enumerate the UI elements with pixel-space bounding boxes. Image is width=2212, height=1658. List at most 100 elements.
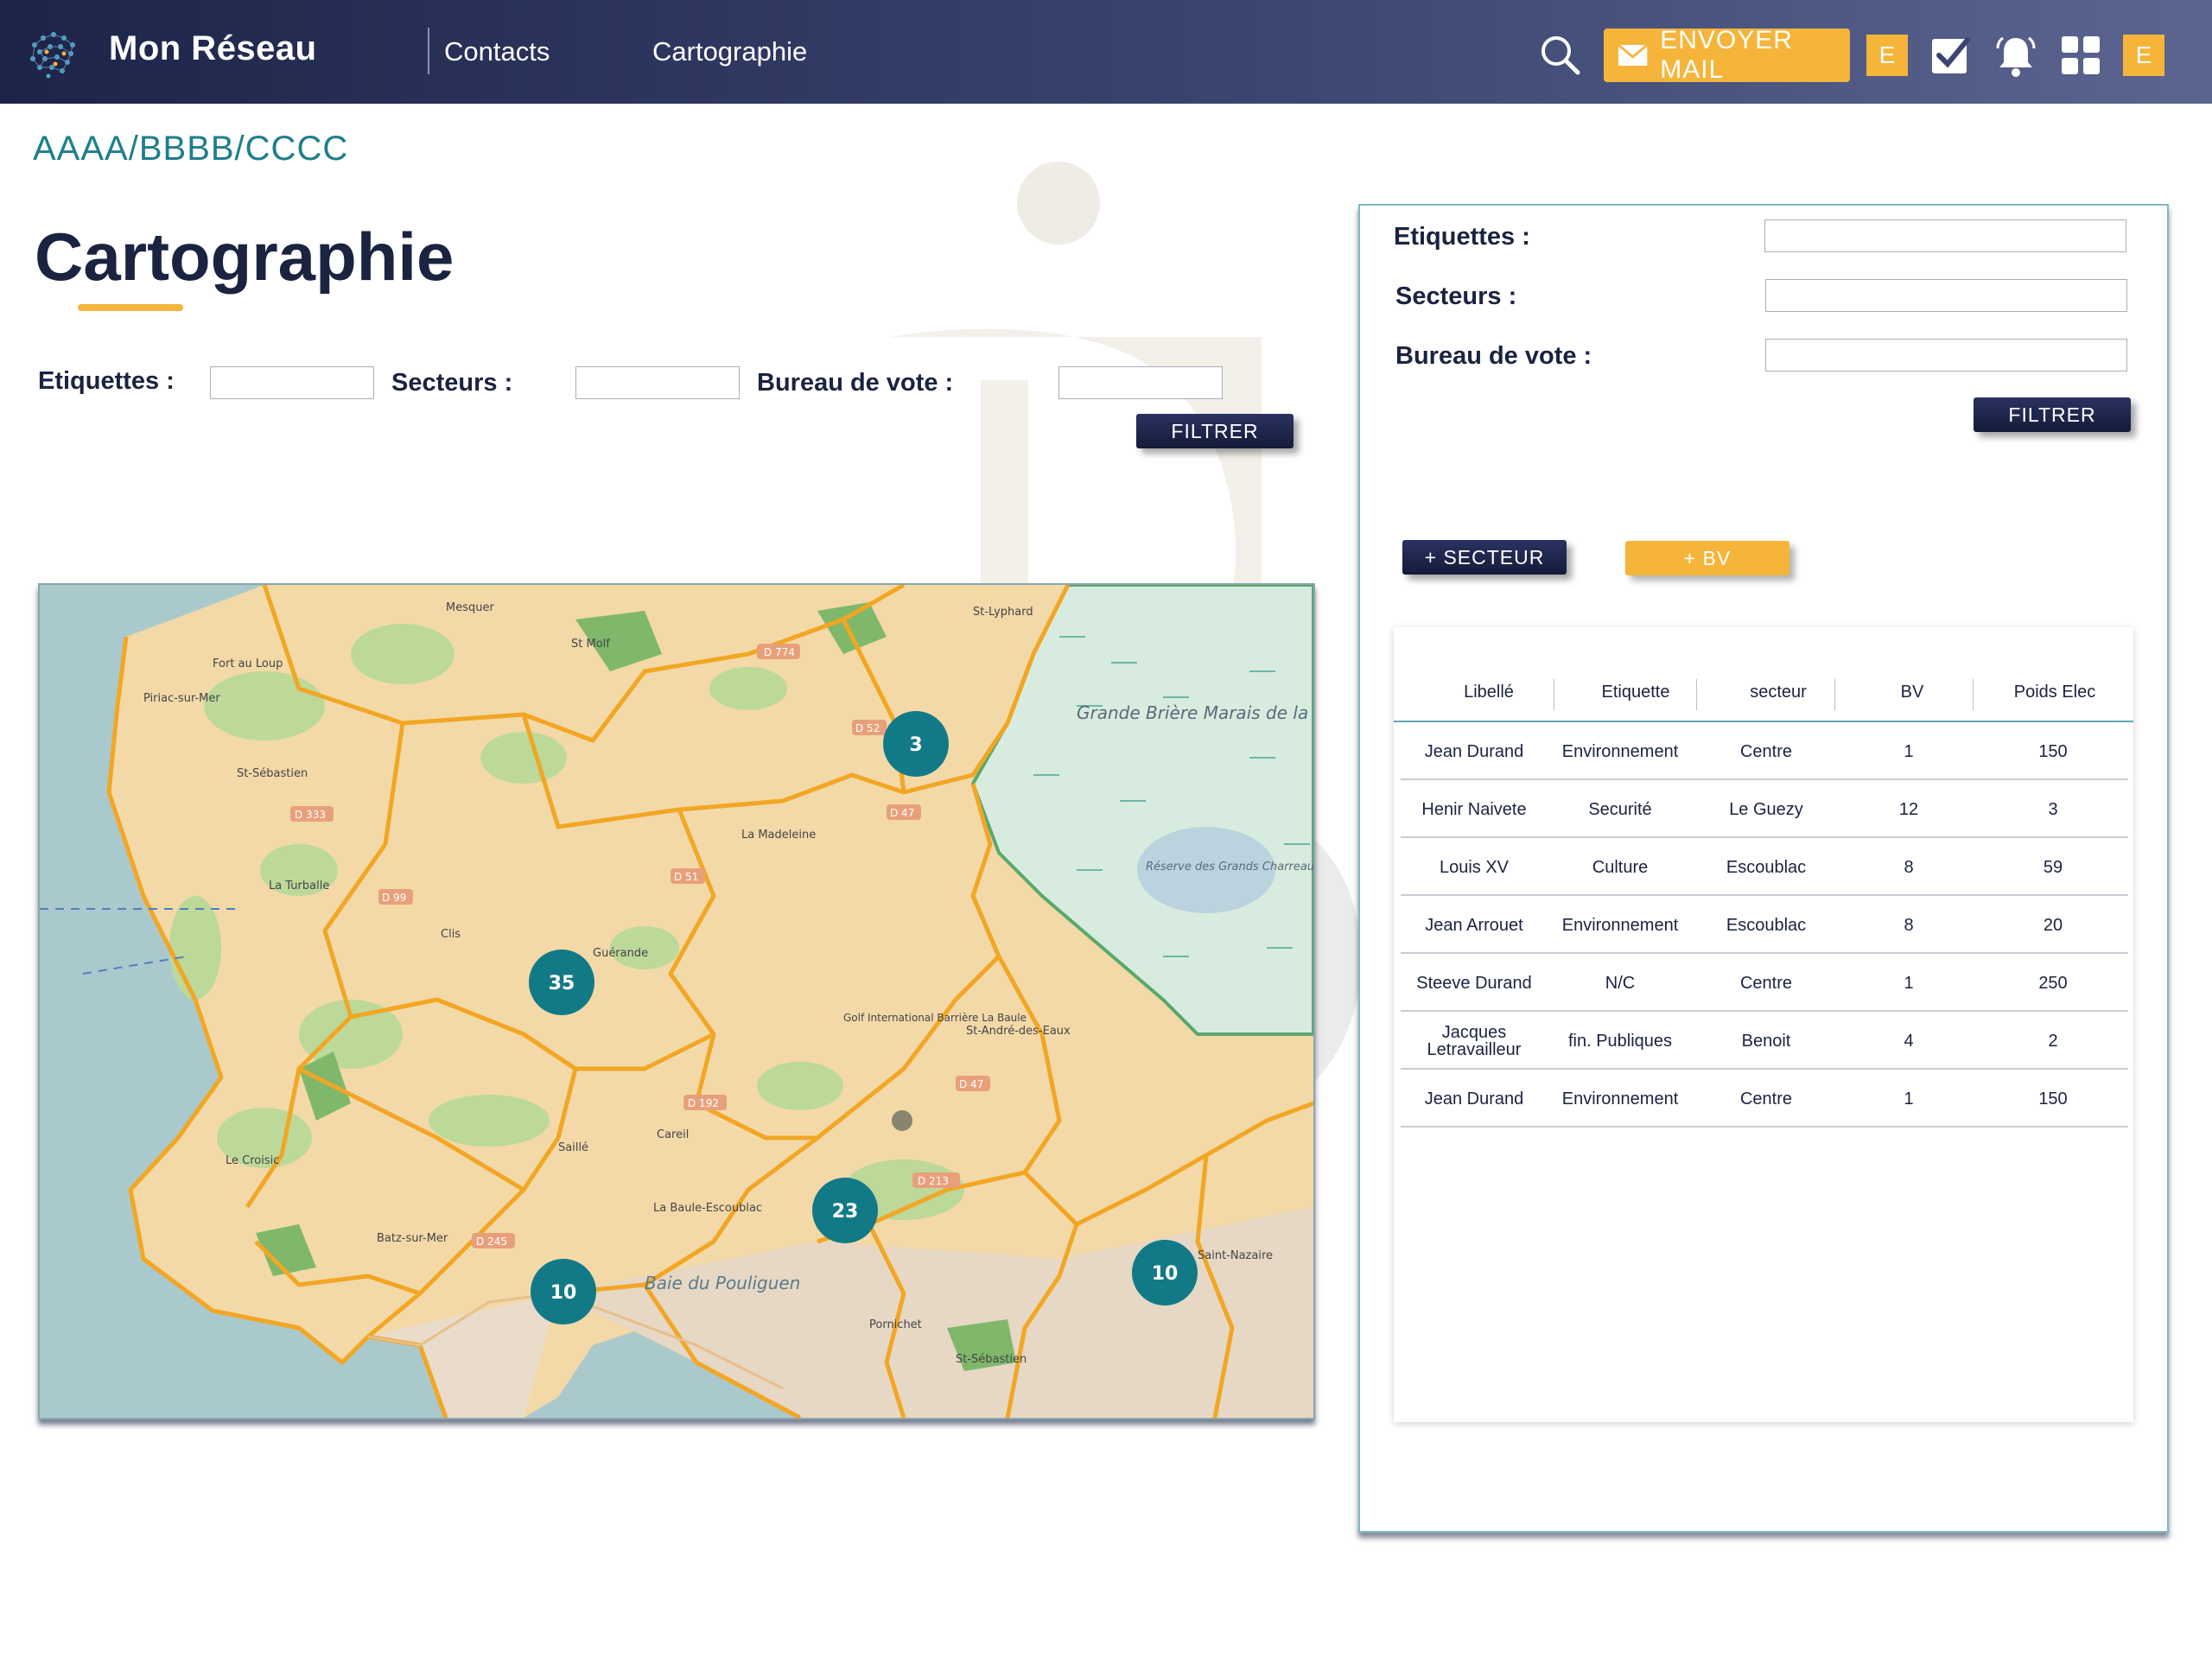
table-cell: 150 (2038, 1089, 2068, 1109)
table-cell: N/C (1605, 973, 1636, 993)
col-bv[interactable]: BV (1852, 683, 1973, 702)
table-row[interactable]: Jean Arrouet Environnement Escoublac 8 20 (1401, 896, 2128, 954)
map-label-st-molf: St Molf (571, 638, 610, 651)
cluster-marker-3[interactable]: 3 (883, 711, 949, 777)
col-separator (1973, 679, 1974, 710)
search-icon[interactable] (1538, 33, 1581, 76)
map-label-saille: Saillé (558, 1141, 588, 1154)
title-underline (78, 304, 183, 311)
road-d245: D 245 (476, 1236, 507, 1248)
cluster-marker-23[interactable]: 23 (812, 1178, 878, 1243)
table-cell: Jacques Letravailleur (1427, 1022, 1522, 1059)
secteurs-label: Secteurs : (391, 369, 513, 397)
table-row[interactable]: Steeve Durand N/C Centre 1 250 (1401, 954, 2128, 1012)
table-cell: 3 (2048, 799, 2058, 819)
table-cell: Jean Durand (1424, 1089, 1524, 1109)
add-secteur-button[interactable]: + SECTEUR (1402, 540, 1567, 575)
table-cell: Environnement (1561, 1089, 1679, 1109)
table-row[interactable]: Jean Durand Environnement Centre 1 150 (1401, 722, 2128, 780)
table-cell: Jean Arrouet (1425, 915, 1523, 935)
map-label-reserve: Réserve des Grands Charreaux (1146, 861, 1313, 873)
table-cell: 1 (1904, 741, 1914, 761)
table-cell: Jean Durand (1424, 741, 1524, 761)
map-label-le-croisic: Le Croisic (226, 1154, 279, 1167)
table-cell: 8 (1904, 915, 1914, 935)
table-cell: 12 (1898, 799, 1919, 819)
table-cell: Escoublac (1726, 915, 1807, 935)
add-bv-button[interactable]: + BV (1625, 541, 1789, 575)
road-d47-south: D 47 (959, 1078, 983, 1090)
map-label-fort-au-loup: Fort au Loup (213, 657, 283, 670)
table-cell: Securité (1588, 799, 1652, 819)
road-d99: D 99 (382, 892, 406, 904)
map-label-mesquer: Mesquer (446, 601, 494, 614)
table-cell: Centre (1739, 741, 1793, 761)
bureau-vote-label: Bureau de vote : (757, 369, 954, 397)
notification-bell-icon[interactable] (1993, 33, 2039, 79)
panel-secteurs-input[interactable] (1765, 279, 2127, 312)
cluster-marker-35[interactable]: 35 (529, 950, 594, 1015)
nav-cartographie[interactable]: Cartographie (652, 36, 807, 67)
table-cell: 20 (2043, 915, 2063, 935)
bureau-vote-input[interactable] (1058, 366, 1223, 399)
road-d333: D 333 (295, 809, 326, 821)
table-cell: Centre (1739, 1089, 1793, 1109)
table-cell: Benoit (1741, 1031, 1791, 1051)
table-cell: Culture (1592, 857, 1649, 877)
table-cell: 8 (1904, 857, 1914, 877)
svg-text:3: 3 (909, 734, 922, 756)
table-row[interactable]: Jean Durand Environnement Centre 1 150 (1401, 1070, 2128, 1128)
map-label-clis: Clis (441, 928, 461, 941)
map-label-st-andre: St-André-des-Eaux (966, 1025, 1071, 1038)
panel-etiquettes-input[interactable] (1764, 219, 2126, 252)
road-d47-north: D 47 (890, 807, 914, 819)
cluster-marker-10-east[interactable]: 10 (1132, 1240, 1198, 1305)
panel-secteurs-label: Secteurs : (1395, 283, 1517, 310)
col-separator (1696, 679, 1697, 710)
send-mail-button[interactable]: ENVOYER MAIL (1604, 26, 1850, 84)
table-cell: Louis XV (1439, 857, 1510, 877)
user-badge-right[interactable]: E (2123, 35, 2164, 76)
map-view[interactable]: Mesquer St-Lyphard St Molf Piriac-sur-Me… (38, 583, 1315, 1420)
user-badge-left[interactable]: E (1866, 35, 1908, 76)
col-libelle[interactable]: Libellé (1441, 683, 1536, 702)
col-secteur[interactable]: secteur (1713, 683, 1843, 702)
panel-filter-button[interactable]: FILTRER (1974, 397, 2131, 432)
table-row[interactable]: Henir Naivete Securité Le Guezy 12 3 (1401, 780, 2128, 838)
send-mail-label: ENVOYER MAIL (1660, 26, 1793, 84)
nav-divider (428, 28, 429, 74)
cluster-marker-10-west[interactable]: 10 (531, 1259, 596, 1324)
table-row[interactable]: Jacques Letravailleur fin. Publiques Benoi… (1401, 1012, 2128, 1070)
map-label-st-lyphard: St-Lyphard (973, 606, 1033, 619)
breadcrumb[interactable]: AAAA/BBBB/CCCC (33, 130, 348, 168)
panel-bureau-vote-input[interactable] (1765, 339, 2127, 372)
table-cell: 1 (1904, 973, 1914, 993)
map-label-golf: Golf International Barrière La Baule (843, 1012, 1027, 1024)
map-label-piriac: Piriac-sur-Mer (143, 692, 220, 705)
panel-bureau-vote-label: Bureau de vote : (1395, 342, 1592, 370)
col-etiquette[interactable]: Etiquette (1571, 683, 1700, 702)
secteurs-input[interactable] (575, 366, 740, 399)
nav-contacts[interactable]: Contacts (444, 36, 550, 67)
table-row[interactable]: Louis XV Culture Escoublac 8 59 (1401, 838, 2128, 896)
table-cell: Steeve Durand (1416, 973, 1532, 993)
etiquettes-input[interactable] (210, 366, 374, 399)
map-label-saint-nazaire: Saint-Nazaire (1198, 1249, 1273, 1262)
table-cell: 2 (2048, 1031, 2058, 1051)
filter-button[interactable]: FILTRER (1136, 414, 1294, 448)
map-label-guerande: Guérande (593, 947, 648, 960)
map-label-batz-sur-mer: Batz-sur-Mer (377, 1232, 448, 1245)
table-cell: 250 (2038, 973, 2068, 993)
svg-text:10: 10 (550, 1282, 577, 1304)
panel-etiquettes-label: Etiquettes : (1394, 223, 1530, 251)
brain-logo-icon[interactable] (22, 26, 85, 88)
top-navigation-bar: Mon Réseau Contacts Cartographie ENVOYER… (0, 0, 2212, 104)
table-cell: 4 (1904, 1031, 1914, 1051)
col-poids-elec[interactable]: Poids Elec (1990, 683, 2120, 702)
table-cell: Le Guezy (1729, 799, 1803, 819)
checkbox-tasks-icon[interactable] (1929, 35, 1971, 76)
apps-grid-icon[interactable] (2060, 35, 2101, 76)
svg-text:10: 10 (1152, 1263, 1179, 1285)
map-label-baie-pouliguen: Baie du Pouliguen (645, 1273, 800, 1293)
table-cell: 150 (2038, 741, 2068, 761)
